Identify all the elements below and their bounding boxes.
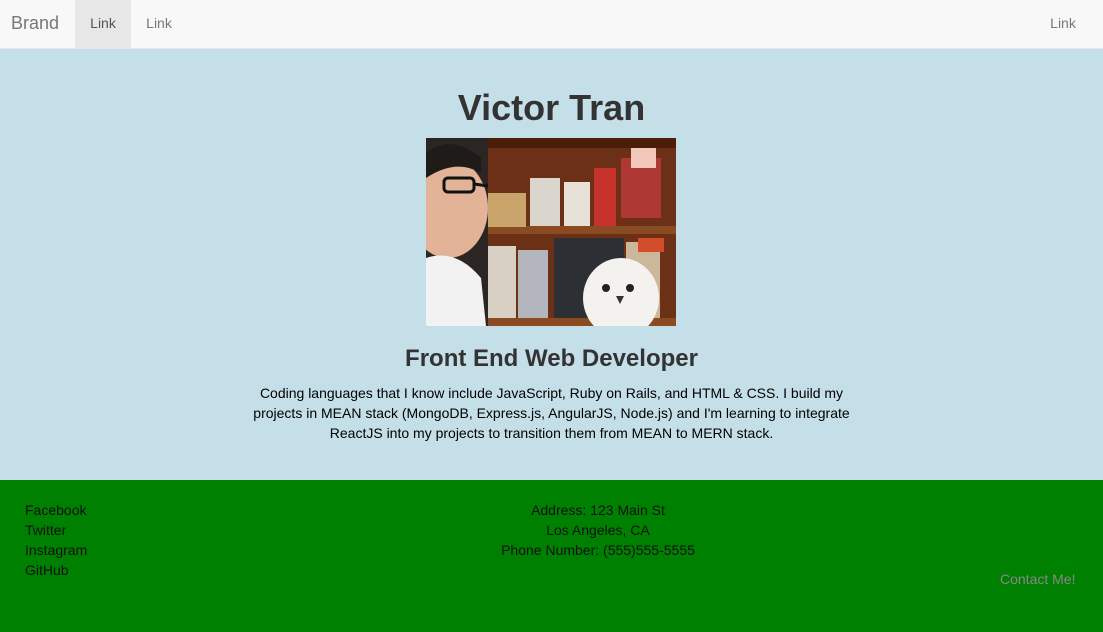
social-links: Facebook Twitter Instagram GitHub — [25, 500, 87, 580]
address-line: Address: 123 Main St — [531, 502, 665, 518]
profile-photo-image — [426, 138, 676, 326]
phone-line: Phone Number: (555)555-5555 — [501, 542, 695, 558]
contact-address: Address: 123 Main St Los Angeles, CA Pho… — [448, 500, 748, 560]
brand-link[interactable]: Brand — [11, 13, 59, 34]
facebook-link[interactable]: Facebook — [25, 500, 87, 520]
profile-bio: Coding languages that I know include Jav… — [253, 385, 850, 441]
navbar: Brand Link Link Link — [0, 0, 1103, 49]
nav-link-active[interactable]: Link — [75, 0, 131, 48]
nav-link-right[interactable]: Link — [1035, 0, 1091, 48]
profile-photo — [426, 138, 676, 326]
footer: Facebook Twitter Instagram GitHub Addres… — [0, 480, 1103, 632]
city-line: Los Angeles, CA — [546, 522, 650, 538]
nav-link[interactable]: Link — [131, 0, 187, 48]
contact-me-link[interactable]: Contact Me! — [1000, 571, 1075, 587]
github-link[interactable]: GitHub — [25, 560, 87, 580]
profile-name: Victor Tran — [457, 87, 646, 128]
twitter-link[interactable]: Twitter — [25, 520, 87, 540]
instagram-link[interactable]: Instagram — [25, 540, 87, 560]
hero-section: Victor Tran Front End Web Developer Codi… — [0, 49, 1103, 480]
profile-role: Front End Web Developer — [405, 345, 698, 372]
